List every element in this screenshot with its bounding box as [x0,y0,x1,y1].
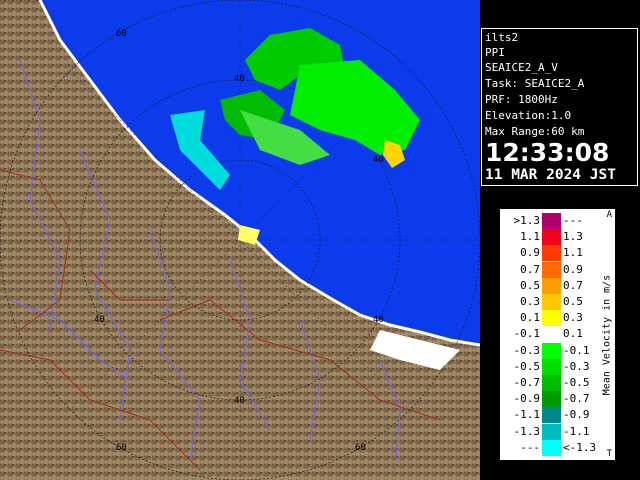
legend-low-value: -0.1 [513,327,541,341]
legend-color-swatch [542,261,561,278]
legend-high-value: 1.1 [563,246,583,260]
legend-row: -1.1 -0.9 [500,407,600,424]
scan-date: 11 MAR 2024 JST [485,167,616,183]
legend-low-value: 0.5 [520,278,540,292]
ring-label: 60 [116,443,127,453]
legend-low-value: --- [520,440,540,454]
legend-color-swatch [542,229,561,246]
legend-high-value: -0.5 [563,376,590,389]
legend-high-value: -1.1 [563,424,590,438]
legend-low-value: 0.3 [520,295,540,308]
legend-row: -0.5 -0.3 [500,358,600,375]
legend-high-value: -0.7 [563,392,590,406]
legend-row: --- <-1.3 [500,439,600,456]
legend-low-value: -0.3 [513,343,541,357]
legend-row: -0.3 -0.1 [500,342,600,359]
legend-row: 0.1 0.3 [500,310,600,327]
legend-color-swatch [542,391,561,408]
legend-high-value: -0.9 [563,408,590,422]
radar-ppi-display[interactable]: 60 40 40 40 40 40 60 60 [0,0,480,480]
legend-row: -1.3 -1.1 [500,423,600,440]
legend-low-value: 1.1 [520,230,540,244]
legend-color-swatch [542,375,561,391]
ring-label: 60 [116,29,127,39]
legend-row: 0.5 0.7 [500,277,600,294]
legend-row: -0.1 0.1 [500,326,600,343]
legend-row: 0.3 0.5 [500,294,600,310]
legend-high-value: 0.9 [563,262,583,276]
legend-high-value: 0.5 [563,295,583,308]
ring-label: 40 [234,396,245,406]
ring-label: 60 [355,443,366,453]
legend-low-value: >1.3 [513,214,541,227]
legend-color-swatch [542,407,561,424]
station-name: ilts2 [485,31,519,44]
legend-low-value: -0.7 [513,376,541,389]
legend-high-value: 0.3 [563,311,583,325]
legend-high-value: <-1.3 [563,440,597,454]
legend-color-swatch [542,245,561,262]
max-range-value: Max Range:60 km [485,125,585,138]
legend-color-swatch [542,423,561,440]
legend-low-value: 0.9 [520,246,540,260]
legend-low-value: 0.7 [520,262,540,276]
legend-low-value: 0.1 [520,311,540,325]
legend-color-swatch [542,294,561,310]
legend-low-value: -1.3 [513,424,541,438]
scan-time: 12:33:08 [485,138,610,167]
legend-high-value: 0.7 [563,278,583,292]
legend-color-swatch [542,326,561,343]
legend-color-swatch [542,310,561,327]
legend-color-swatch [542,277,561,294]
legend-color-swatch [542,439,561,456]
scan-info-panel: ilts2 PPI SEAICE2_A_V Task: SEAICE2_A PR… [481,28,638,186]
legend-low-value: -1.1 [513,408,541,422]
legend-high-value: -0.1 [563,343,590,357]
legend-row: -0.7 -0.5 [500,375,600,391]
legend-low-value: -0.5 [513,359,541,373]
legend-high-value: -0.3 [563,359,590,373]
legend-row: 1.1 1.3 [500,229,600,246]
legend-corner-top: A [606,210,612,220]
legend-row: -0.9 -0.7 [500,391,600,408]
legend-row: 0.7 0.9 [500,261,600,278]
ring-label: 40 [373,155,384,165]
legend-row: 0.9 1.1 [500,245,600,262]
legend-low-value: -0.9 [513,392,541,406]
ring-label: 40 [94,315,105,325]
legend-color-swatch [542,358,561,375]
product-type: PPI [485,46,505,59]
task-name: Task: SEAICE2_A [485,77,585,90]
ring-label: 40 [234,74,245,84]
legend-title: Mean Velocity in m/s [601,274,613,395]
ring-label: 40 [373,315,384,325]
field-name: SEAICE2_A_V [485,61,558,74]
legend-high-value: --- [563,214,583,227]
legend-row: >1.3 --- [500,213,600,229]
legend-high-value: 0.1 [563,327,583,341]
legend-color-swatch [542,213,561,229]
velocity-color-legend: >1.3 --- 1.1 1.3 0.9 1.1 0.7 0.9 0.5 0.7 0.3 0.5 0.1… [499,208,616,461]
elevation-value: Elevation:1.0 [485,109,572,122]
prf-value: PRF: 1800Hz [485,93,558,106]
legend-corner-bottom: T [606,449,612,459]
legend-color-swatch [542,342,561,359]
legend-high-value: 1.3 [563,230,583,244]
